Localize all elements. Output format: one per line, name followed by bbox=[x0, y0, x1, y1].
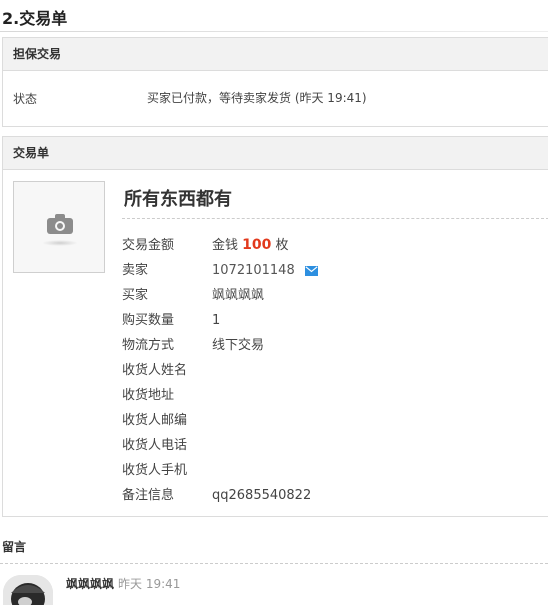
seller-label: 卖家 bbox=[122, 263, 149, 278]
recipient-address-label: 收货地址 bbox=[122, 388, 175, 403]
quantity-value: 1 bbox=[212, 313, 221, 328]
avatar-image bbox=[3, 575, 53, 605]
guarantee-panel: 担保交易 状态 买家已付款，等待卖家发货 (昨天 19:41) bbox=[2, 37, 548, 127]
note-value: qq2685540822 bbox=[212, 488, 312, 503]
order-panel-header: 交易单 bbox=[3, 137, 548, 170]
goods-divider bbox=[122, 218, 548, 219]
logistics-value: 线下交易 bbox=[212, 338, 265, 353]
status-label: 状态 bbox=[13, 92, 38, 106]
mail-icon[interactable] bbox=[304, 265, 318, 276]
goods-name[interactable]: 所有东西都有 bbox=[124, 185, 232, 211]
user-avatar[interactable] bbox=[3, 575, 53, 605]
amount-number: 100 bbox=[242, 237, 272, 253]
amount-prefix: 金钱 bbox=[212, 238, 239, 253]
order-panel: 交易单 所有东西都有 交易金额 金钱 100 枚 卖家 1072101148 买… bbox=[2, 136, 548, 517]
quantity-label: 购买数量 bbox=[122, 313, 175, 328]
messages-divider bbox=[0, 563, 548, 564]
messages-header: 留言 bbox=[2, 540, 27, 554]
amount-unit: 枚 bbox=[275, 238, 289, 253]
buyer-label: 买家 bbox=[122, 288, 149, 303]
camera-shadow bbox=[42, 240, 78, 246]
message-time: 昨天 19:41 bbox=[118, 577, 181, 591]
title-divider bbox=[0, 31, 548, 32]
logistics-label: 物流方式 bbox=[122, 338, 175, 353]
amount-value: 金钱 100 枚 bbox=[212, 233, 289, 258]
note-label: 备注信息 bbox=[122, 488, 175, 503]
goods-thumbnail[interactable] bbox=[13, 181, 105, 273]
recipient-mobile-label: 收货人手机 bbox=[122, 463, 188, 478]
recipient-zip-label: 收货人邮编 bbox=[122, 413, 188, 428]
status-value: 买家已付款，等待卖家发货 (昨天 19:41) bbox=[147, 91, 367, 105]
guarantee-panel-header: 担保交易 bbox=[3, 38, 548, 71]
seller-value: 1072101148 bbox=[212, 258, 318, 283]
camera-icon bbox=[47, 214, 73, 234]
recipient-phone-label: 收货人电话 bbox=[122, 438, 188, 453]
message-username[interactable]: 飒飒飒飒 bbox=[66, 575, 114, 592]
amount-label: 交易金额 bbox=[122, 238, 175, 253]
recipient-name-label: 收货人姓名 bbox=[122, 363, 188, 378]
page-title: 2.交易单 bbox=[2, 9, 68, 28]
buyer-value[interactable]: 飒飒飒飒 bbox=[212, 283, 264, 308]
seller-id-link[interactable]: 1072101148 bbox=[212, 263, 295, 278]
